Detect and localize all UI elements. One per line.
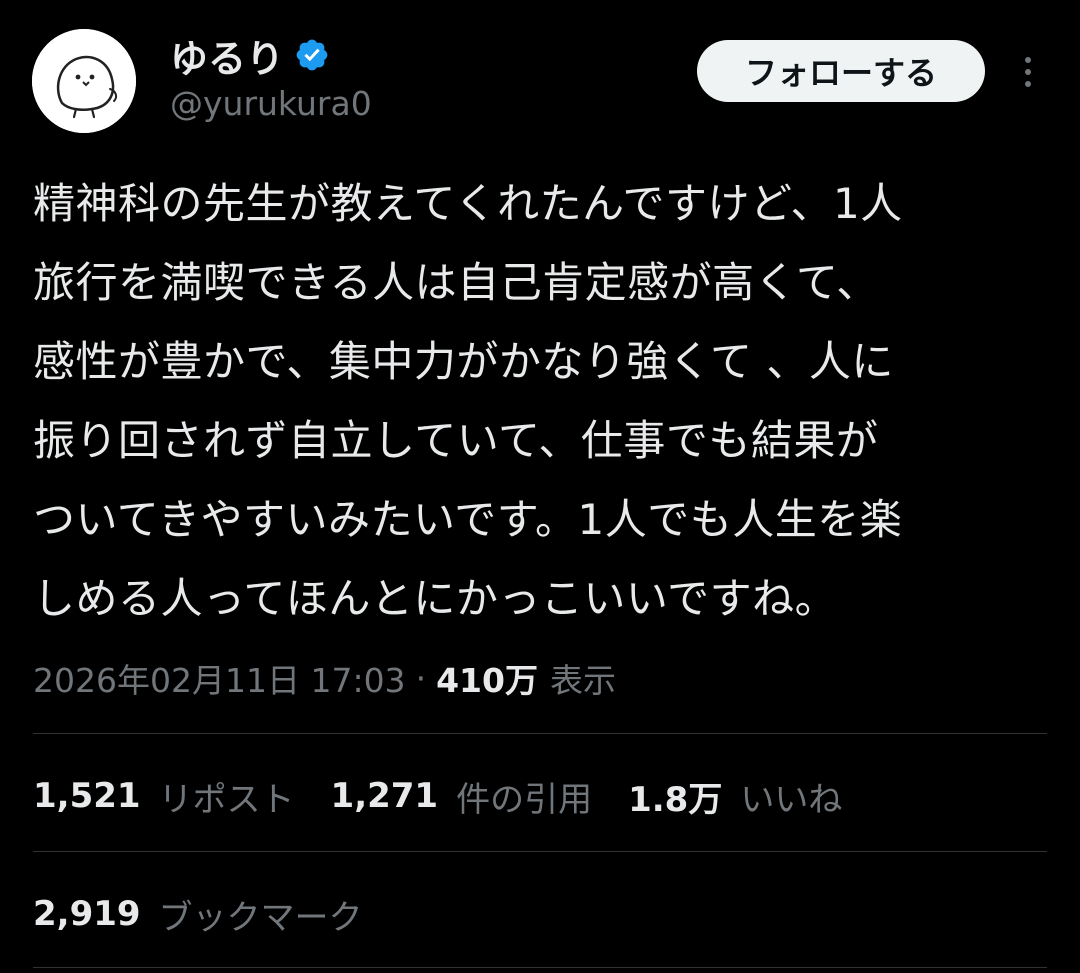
divider: [33, 967, 1047, 968]
likes-count: 1.8万: [628, 779, 723, 820]
author-handle[interactable]: @yurukura0: [170, 84, 372, 123]
engagement-stats: 1,521 リポスト 1,271 件の引用 1.8万 いいね: [33, 766, 878, 826]
tweet-text: 精神科の先生が教えてくれたんですけど、1人 旅行を満喫できる人は自己肯定感が高く…: [33, 179, 903, 623]
tweet-timestamp[interactable]: 2026年02月11日 17:03: [33, 654, 406, 702]
bookmarks-count: 2,919: [33, 894, 141, 934]
more-options-button[interactable]: [1008, 50, 1048, 94]
likes-label: いいね: [740, 779, 843, 820]
bookmarks-stat[interactable]: 2,919 ブックマーク: [33, 890, 363, 939]
reposts-stat[interactable]: 1,521 リポスト: [33, 772, 295, 821]
divider: [33, 851, 1047, 852]
author-display-name[interactable]: ゆるり: [170, 28, 284, 83]
reposts-label: リポスト: [158, 779, 295, 820]
verified-badge-icon[interactable]: [294, 37, 330, 73]
more-vertical-icon: [1025, 57, 1031, 87]
views-label: 表示: [549, 661, 616, 700]
bookmark-stats: 2,919 ブックマーク: [33, 884, 399, 944]
likes-stat[interactable]: 1.8万 いいね: [628, 772, 842, 821]
bird-doodle-icon: [32, 29, 136, 133]
follow-button[interactable]: フォローする: [697, 40, 985, 102]
reposts-count: 1,521: [33, 776, 141, 816]
quotes-label: 件の引用: [456, 779, 593, 820]
tweet-meta: 2026年02月11日 17:03 · 410万 表示: [33, 648, 616, 708]
author-name-row: ゆるり: [170, 28, 330, 83]
quotes-stat[interactable]: 1,271 件の引用: [331, 772, 593, 821]
meta-separator: ·: [415, 658, 427, 698]
avatar[interactable]: [32, 29, 136, 133]
bookmarks-label: ブックマーク: [158, 897, 363, 938]
views-count: 410万: [436, 661, 538, 700]
divider: [33, 733, 1047, 734]
quotes-count: 1,271: [330, 776, 439, 816]
